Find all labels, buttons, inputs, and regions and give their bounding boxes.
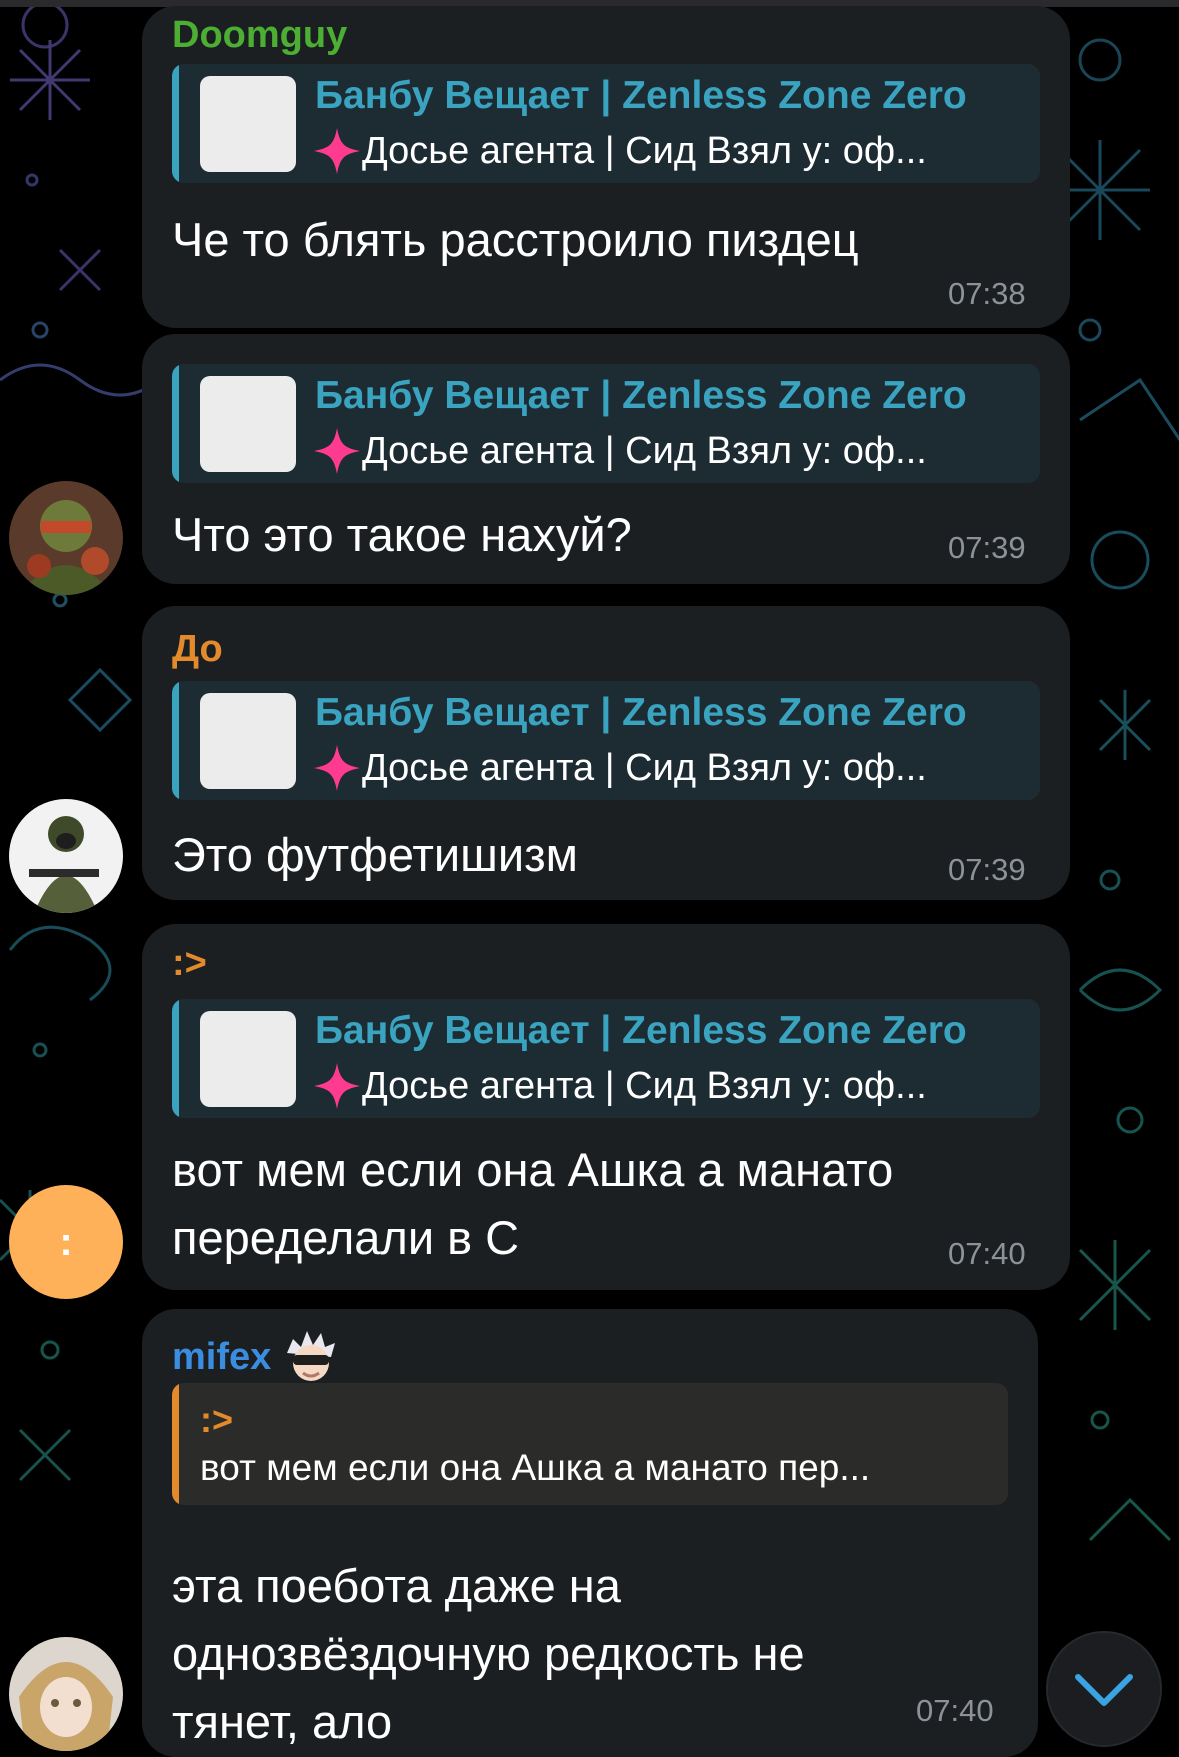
reply-subline: Досье агента | Сид Взял у: оф... <box>312 126 1032 176</box>
message-time: 07:40 <box>916 1693 994 1728</box>
pink-sparkle-icon <box>314 1063 360 1109</box>
message-text: Че то блять расстроило пиздец <box>172 213 859 266</box>
reply-subtitle: Досье агента | Сид Взял у: оф... <box>362 129 927 172</box>
reply-accent-bar <box>172 1383 179 1505</box>
reply-channel-title: Банбу Вещает | Zenless Zone Zero <box>315 374 967 417</box>
pink-sparkle-icon <box>314 128 360 174</box>
reply-preview[interactable]: Банбу Вещает | Zenless Zone Zero Досье а… <box>172 64 1040 183</box>
message-time: 07:39 <box>948 852 1026 887</box>
message-bubble[interactable]: Банбу Вещает | Zenless Zone Zero Досье а… <box>142 334 1070 584</box>
message-bubble[interactable]: mifex :> вот мем если она Ашка а манато … <box>142 1309 1038 1757</box>
reply-thumbnail <box>200 1011 296 1107</box>
reply-subline: Досье агента | Сид Взял у: оф... <box>312 743 1032 793</box>
avatar-do[interactable] <box>9 799 123 913</box>
reply-subtitle: Досье агента | Сид Взял у: оф... <box>362 746 927 789</box>
chevron-down-icon <box>1075 1674 1133 1706</box>
message-text: Что это такое нахуй? <box>172 508 632 561</box>
avatar-image <box>9 1637 123 1751</box>
scroll-to-bottom-button[interactable] <box>1046 1631 1162 1747</box>
pink-sparkle-icon <box>314 745 360 791</box>
message-time: 07:39 <box>948 530 1026 565</box>
reply-accent-bar <box>172 999 179 1118</box>
reply-channel-title: Банбу Вещает | Zenless Zone Zero <box>315 74 967 117</box>
message-text: вот мем если она Ашка а манато переделал… <box>172 1143 894 1264</box>
avatar-image <box>9 799 123 913</box>
sender-name[interactable]: Doomguy <box>172 14 347 57</box>
message-time: 07:38 <box>948 276 1026 311</box>
pink-sparkle-icon <box>314 428 360 474</box>
sender-name[interactable]: mifex <box>172 1336 271 1379</box>
reply-thumbnail <box>200 693 296 789</box>
message-text: Это футфетишизм <box>172 828 578 881</box>
reply-thumbnail <box>200 376 296 472</box>
avatar-mifex[interactable] <box>9 1637 123 1751</box>
avatar-colon[interactable]: : <box>9 1185 123 1299</box>
reply-preview[interactable]: Банбу Вещает | Zenless Zone Zero Досье а… <box>172 999 1040 1118</box>
reply-author: :> <box>200 1399 234 1440</box>
reply-accent-bar <box>172 681 179 800</box>
anime-emoji-icon <box>287 1331 336 1381</box>
message-bubble[interactable]: :> Банбу Вещает | Zenless Zone Zero Дось… <box>142 924 1070 1290</box>
reply-preview[interactable]: Банбу Вещает | Zenless Zone Zero Досье а… <box>172 364 1040 483</box>
sender-row: mifex <box>172 1329 341 1385</box>
reply-accent-bar <box>172 364 179 483</box>
reply-preview[interactable]: Банбу Вещает | Zenless Zone Zero Досье а… <box>172 681 1040 800</box>
reply-subline: Досье агента | Сид Взял у: оф... <box>312 1061 1032 1111</box>
reply-subtitle: Досье агента | Сид Взял у: оф... <box>362 1064 927 1107</box>
reply-thumbnail <box>200 76 296 172</box>
reply-channel-title: Банбу Вещает | Zenless Zone Zero <box>315 691 967 734</box>
reply-subtitle: Досье агента | Сид Взял у: оф... <box>362 429 927 472</box>
reply-preview[interactable]: :> вот мем если она Ашка а манато пер... <box>172 1383 1008 1505</box>
sender-name[interactable]: :> <box>172 942 207 985</box>
message-text: эта поебота даже на однозвёздочную редко… <box>172 1559 805 1748</box>
reply-subline: Досье агента | Сид Взял у: оф... <box>312 426 1032 476</box>
message-bubble[interactable]: Doomguy Банбу Вещает | Zenless Zone Zero… <box>142 6 1070 328</box>
reply-text: вот мем если она Ашка а манато пер... <box>200 1447 871 1488</box>
avatar-initials: : <box>59 1219 73 1264</box>
sender-name[interactable]: До <box>172 628 223 671</box>
message-bubble[interactable]: До Банбу Вещает | Zenless Zone Zero Дось… <box>142 606 1070 900</box>
message-time: 07:40 <box>948 1236 1026 1271</box>
avatar-image <box>9 481 123 595</box>
reply-accent-bar <box>172 64 179 183</box>
reply-channel-title: Банбу Вещает | Zenless Zone Zero <box>315 1009 967 1052</box>
avatar-doomguy[interactable] <box>9 481 123 595</box>
